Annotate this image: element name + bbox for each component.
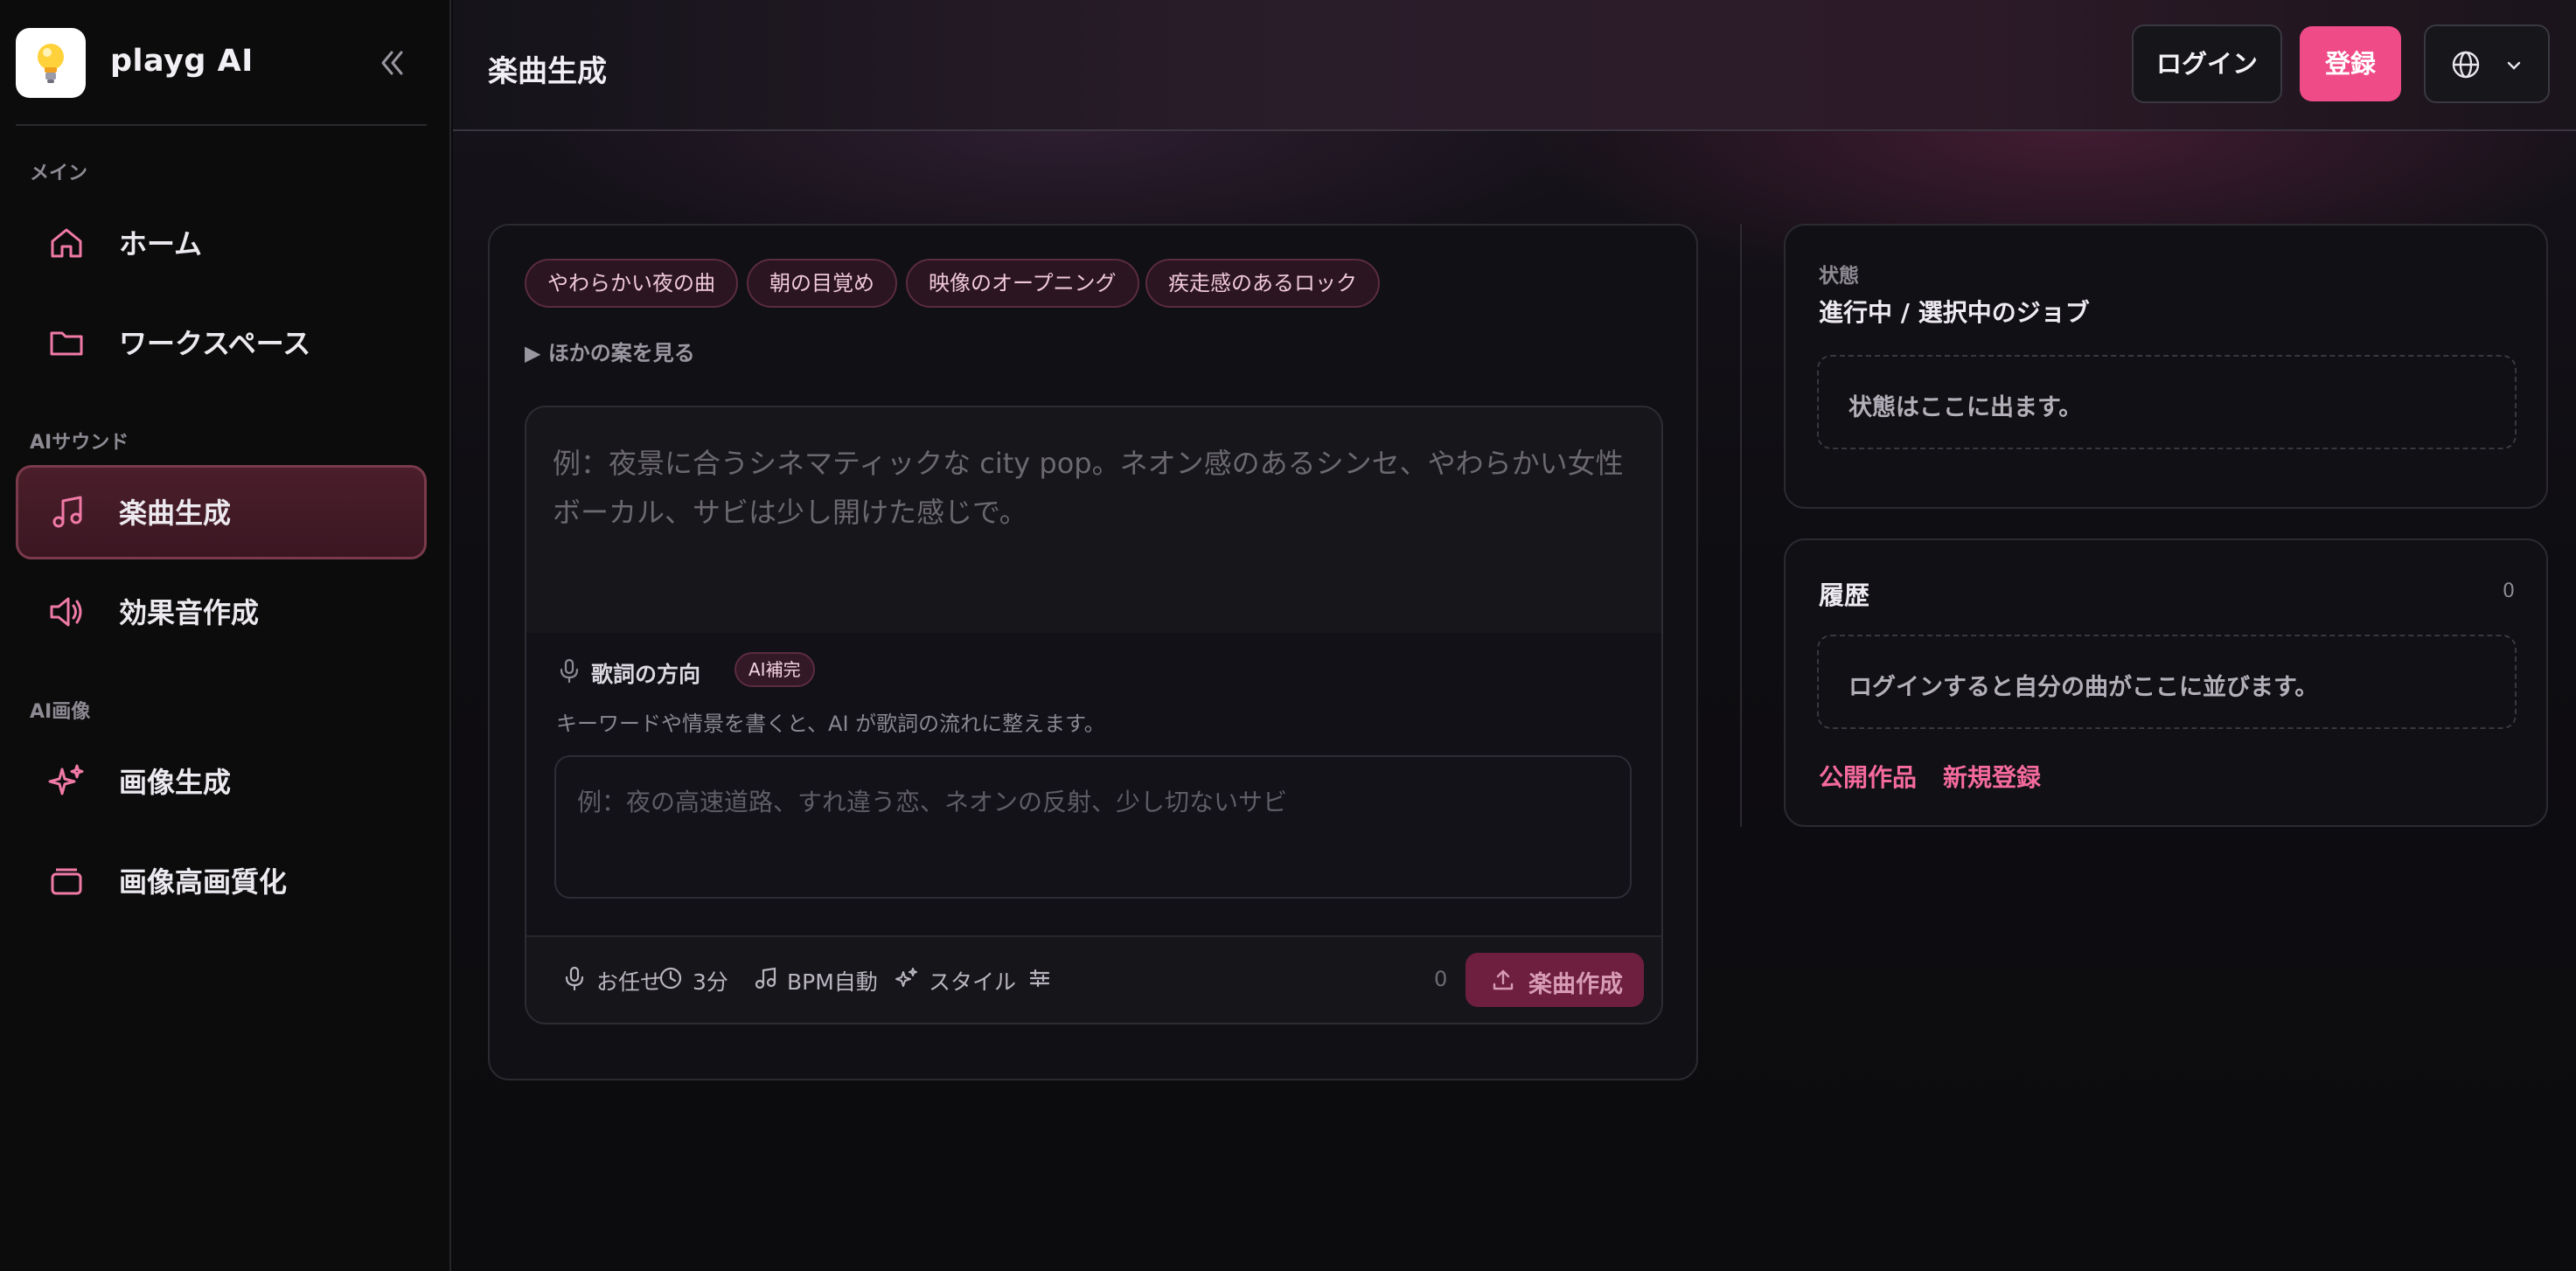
- sidebar-item-upscale[interactable]: 画像高画質化: [16, 834, 427, 928]
- sidebar-item-label: ホーム: [119, 227, 203, 260]
- sparkles-icon: [47, 762, 86, 801]
- lightbulb-logo-icon: [16, 28, 86, 98]
- section-label-main: メイン: [30, 163, 88, 184]
- microphone-icon: [561, 965, 588, 991]
- character-count: 0: [1434, 967, 1448, 991]
- clock-icon: [658, 965, 684, 991]
- ai-assist-badge: AI補完: [735, 652, 815, 687]
- sliders-icon: [1027, 965, 1053, 991]
- music-note-icon: [752, 965, 778, 991]
- sidebar-divider: [16, 124, 427, 126]
- history-empty-message: ログインすると自分の曲がここに並びます。: [1817, 635, 2517, 729]
- history-count: 0: [2503, 580, 2515, 602]
- microphone-icon: [556, 657, 582, 684]
- status-placeholder: 状態はここに出ます。: [1817, 355, 2517, 449]
- register-button[interactable]: 登録: [2300, 26, 2401, 101]
- speaker-icon: [47, 593, 86, 631]
- chevron-down-icon: [2503, 54, 2525, 77]
- sidebar-item-label: 楽曲生成: [119, 497, 232, 530]
- section-label-image: AI画像: [30, 701, 91, 723]
- lyrics-title: 歌詞の方向: [591, 662, 701, 687]
- sidebar-item-image-gen[interactable]: 画像生成: [16, 734, 427, 829]
- sparkles-icon: [894, 965, 920, 991]
- signup-link[interactable]: 新規登録: [1943, 759, 2041, 794]
- brand[interactable]: playg AI: [16, 28, 435, 98]
- prompt-input[interactable]: 例：夜景に合うシネマティックな city pop。ネオン感のあるシンセ、やわらか…: [526, 407, 1661, 633]
- home-icon: [47, 224, 86, 262]
- suggestion-chip[interactable]: 疾走感のあるロック: [1145, 259, 1380, 308]
- create-song-button[interactable]: 楽曲作成: [1466, 953, 1644, 1007]
- lyrics-section: 歌詞の方向 AI補完 キーワードや情景を書くと、AI が歌詞の流れに整えます。 …: [526, 633, 1661, 935]
- top-header: 楽曲生成 ログイン 登録: [453, 0, 2576, 131]
- sidebar-item-sfx[interactable]: 効果音作成: [16, 565, 427, 659]
- status-panel: 状態 進行中 / 選択中のジョブ 状態はここに出ます。: [1784, 224, 2548, 509]
- music-note-icon: [47, 493, 86, 531]
- sidebar-item-music[interactable]: 楽曲生成: [16, 465, 427, 559]
- login-button[interactable]: ログイン: [2132, 24, 2282, 103]
- upload-icon: [1490, 967, 1516, 993]
- sidebar-item-label: ワークスペース: [119, 327, 311, 360]
- style-option-label: スタイル: [929, 969, 1017, 995]
- app-name: playg AI: [110, 44, 254, 79]
- lyrics-input[interactable]: 例：夜の高速道路、すれ違う恋、ネオンの反射、少し切ないサビ: [554, 755, 1632, 899]
- prompt-box: 例：夜景に合うシネマティックな city pop。ネオン感のあるシンセ、やわらか…: [525, 406, 1663, 1024]
- suggestion-chip[interactable]: 映像のオープニング: [906, 259, 1139, 308]
- create-song-label: 楽曲作成: [1528, 971, 1623, 998]
- sidebar-item-home[interactable]: ホーム: [16, 196, 427, 290]
- vocal-option-label: お任せ: [596, 969, 663, 995]
- public-works-link[interactable]: 公開作品: [1819, 759, 1917, 794]
- history-title: 履歴: [1819, 580, 1870, 610]
- language-selector[interactable]: [2424, 24, 2550, 103]
- composer-toolbar: お任せ 3分 BPM自動 スタイル 0 楽曲作成: [526, 935, 1661, 1023]
- duration-option-label: 3分: [693, 969, 728, 995]
- history-panel: 履歴 0 ログインすると自分の曲がここに並びます。 公開作品 新規登録: [1784, 538, 2548, 827]
- layers-icon: [47, 862, 86, 900]
- status-label: 状態: [1819, 265, 1859, 288]
- bpm-option-label: BPM自動: [787, 969, 878, 995]
- sidebar-item-workspace[interactable]: ワークスペース: [16, 295, 427, 390]
- more-ideas-toggle[interactable]: ▶ ほかの案を見る: [525, 336, 695, 366]
- section-label-sound: AIサウンド: [30, 432, 129, 454]
- column-divider: [1740, 224, 1742, 827]
- status-title: 進行中 / 選択中のジョブ: [1819, 298, 2090, 327]
- sidebar-item-label: 画像生成: [119, 766, 232, 799]
- suggestion-chip[interactable]: やわらかい夜の曲: [525, 259, 738, 308]
- sidebar: playg AI メイン ホーム ワークスペース AIサウンド 楽曲生成 効果音…: [0, 0, 451, 1271]
- sidebar-item-label: 効果音作成: [119, 596, 260, 629]
- folder-icon: [47, 323, 86, 362]
- page-title: 楽曲生成: [488, 54, 607, 89]
- collapse-sidebar-icon[interactable]: [369, 40, 414, 86]
- sidebar-item-label: 画像高画質化: [119, 865, 288, 899]
- lyrics-description: キーワードや情景を書くと、AI が歌詞の流れに整えます。: [556, 712, 1105, 736]
- music-composer-card: やわらかい夜の曲 朝の目覚め 映像のオープニング 疾走感のあるロック ▶ ほかの…: [488, 224, 1698, 1080]
- suggestion-chip[interactable]: 朝の目覚め: [747, 259, 897, 308]
- globe-icon: [2450, 49, 2482, 80]
